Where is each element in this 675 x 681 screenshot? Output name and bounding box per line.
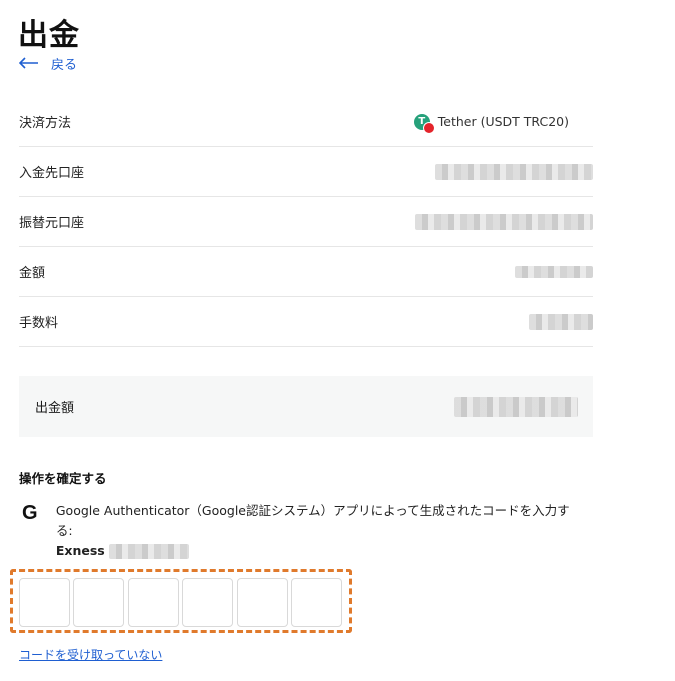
code-digit-4[interactable] xyxy=(182,578,233,627)
deposit-account-label: 入金先口座 xyxy=(19,166,85,181)
source-account-row: 振替元口座 xyxy=(19,197,593,247)
payment-method-row: 決済方法 T Tether (USDT TRC20) xyxy=(19,97,593,147)
google-g-icon: G xyxy=(22,502,38,524)
withdrawal-total-box: 出金額 xyxy=(19,376,593,437)
verification-code-input-group xyxy=(10,569,352,633)
amount-row: 金額 xyxy=(19,247,593,297)
source-account-label: 振替元口座 xyxy=(19,216,85,231)
code-digit-5[interactable] xyxy=(237,578,288,627)
authenticator-instruction-text: Google Authenticator（Google認証システム）アプリによっ… xyxy=(55,503,570,538)
amount-value-redacted xyxy=(515,265,593,278)
arrow-left-icon xyxy=(19,57,38,69)
deposit-account-value-redacted xyxy=(435,163,593,180)
deposit-account-row: 入金先口座 xyxy=(19,147,593,197)
back-link[interactable]: 戻る xyxy=(19,54,78,73)
amount-label: 金額 xyxy=(19,266,46,281)
fee-label: 手数料 xyxy=(19,316,59,331)
payment-method-name: Tether (USDT TRC20) xyxy=(437,114,569,129)
authenticator-account-redacted xyxy=(108,543,189,559)
no-code-received-link[interactable]: コードを受け取っていない xyxy=(19,646,162,663)
payment-method-value: T Tether (USDT TRC20) xyxy=(413,113,593,134)
tron-network-badge-icon xyxy=(422,121,435,134)
page-title: 出金 xyxy=(18,18,80,53)
authenticator-account-prefix: Exness xyxy=(55,543,105,558)
payment-method-label: 決済方法 xyxy=(19,116,72,131)
fee-row: 手数料 xyxy=(19,297,593,347)
code-digit-2[interactable] xyxy=(73,578,124,627)
back-label: 戻る xyxy=(51,57,78,73)
code-digit-3[interactable] xyxy=(128,578,179,627)
tether-icon: T xyxy=(413,113,435,134)
code-digit-6[interactable] xyxy=(291,578,342,627)
withdrawal-total-value-redacted xyxy=(454,396,578,417)
authenticator-instruction: G Google Authenticator（Google認証システム）アプリに… xyxy=(22,501,582,561)
authenticator-account: Exness xyxy=(56,541,582,561)
source-account-value-redacted xyxy=(415,213,593,230)
fee-value-redacted xyxy=(529,313,593,330)
confirm-heading: 操作を確定する xyxy=(19,471,107,486)
code-digit-1[interactable] xyxy=(19,578,70,627)
withdrawal-total-label: 出金額 xyxy=(35,401,75,416)
